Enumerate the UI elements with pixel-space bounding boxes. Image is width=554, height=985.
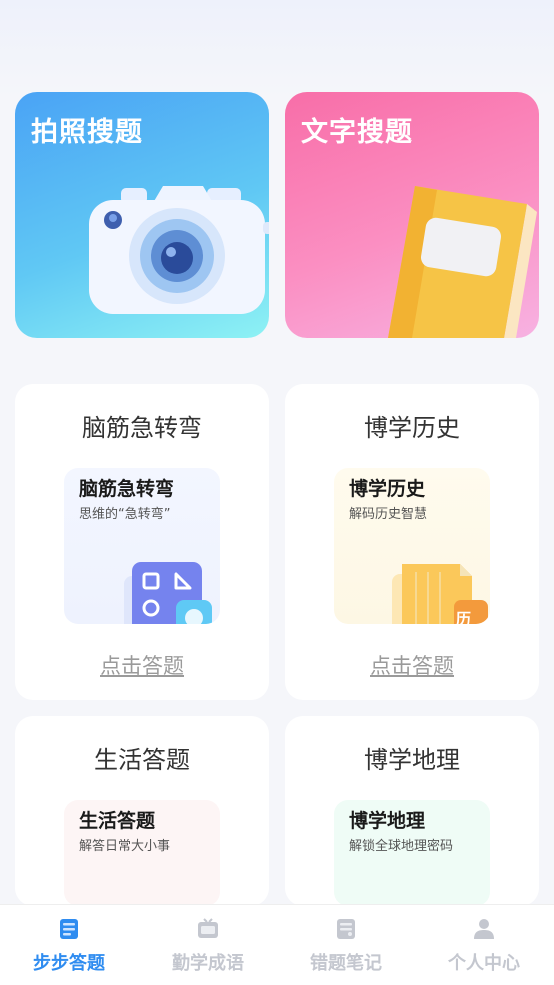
tab-wrong-notes[interactable]: 错题笔记 [277,905,415,985]
text-search-card[interactable]: 文字搜题 [285,92,539,338]
answer-link[interactable]: 点击答题 [285,650,539,680]
banner-subtitle: 解码历史智慧 [349,507,428,522]
geography-card[interactable]: 博学地理 博学地理 解锁全球地理密码 [285,716,539,906]
shapes-icon [124,562,212,624]
tab-label: 个人中心 [448,953,520,974]
life-qa-banner[interactable]: 生活答题 解答日常大小事 [64,800,220,906]
tab-profile[interactable]: 个人中心 [415,905,553,985]
brain-teaser-card[interactable]: 脑筋急转弯 脑筋急转弯 思维的“急转弯” 点击答题 [15,384,269,700]
banner-title: 脑筋急转弯 [79,478,175,500]
history-card[interactable]: 博学历史 博学历史 解码历史智慧 历 点击答题 [285,384,539,700]
tab-label: 勤学成语 [172,953,244,974]
bottom-tab-bar: 步步答题 勤学成语 错题笔记 个人中心 [0,904,554,985]
tab-label: 步步答题 [33,953,105,974]
banner-subtitle: 解答日常大小事 [79,839,171,854]
book-icon [60,919,78,939]
tab-step-answer[interactable]: 步步答题 [0,905,138,985]
person-icon [474,919,494,939]
book-icon [388,186,537,338]
photo-search-title: 拍照搜题 [31,117,143,148]
history-banner[interactable]: 博学历史 解码历史智慧 历 [334,468,490,624]
photo-search-card[interactable]: 拍照搜题 [15,92,269,338]
banner-title: 生活答题 [79,810,156,832]
tab-idioms[interactable]: 勤学成语 [139,905,277,985]
camera-icon [89,186,269,314]
card-title: 脑筋急转弯 [82,414,202,442]
tab-label: 错题笔记 [310,953,382,974]
banner-title: 博学历史 [349,478,426,500]
brain-teaser-banner[interactable]: 脑筋急转弯 思维的“急转弯” [64,468,220,624]
banner-subtitle: 解锁全球地理密码 [349,839,454,854]
card-title: 博学历史 [364,414,460,442]
answer-link[interactable]: 点击答题 [15,650,269,680]
history-badge: 历 [456,610,472,624]
tv-icon [198,918,218,938]
notebook-icon [337,919,355,939]
card-title: 生活答题 [94,746,190,774]
banner-title: 博学地理 [349,810,426,832]
scroll-icon [392,564,488,624]
life-qa-card[interactable]: 生活答题 生活答题 解答日常大小事 [15,716,269,906]
card-title: 博学地理 [364,746,460,774]
geography-banner[interactable]: 博学地理 解锁全球地理密码 [334,800,490,906]
text-search-title: 文字搜题 [301,117,413,148]
banner-subtitle: 思维的“急转弯” [79,507,171,522]
